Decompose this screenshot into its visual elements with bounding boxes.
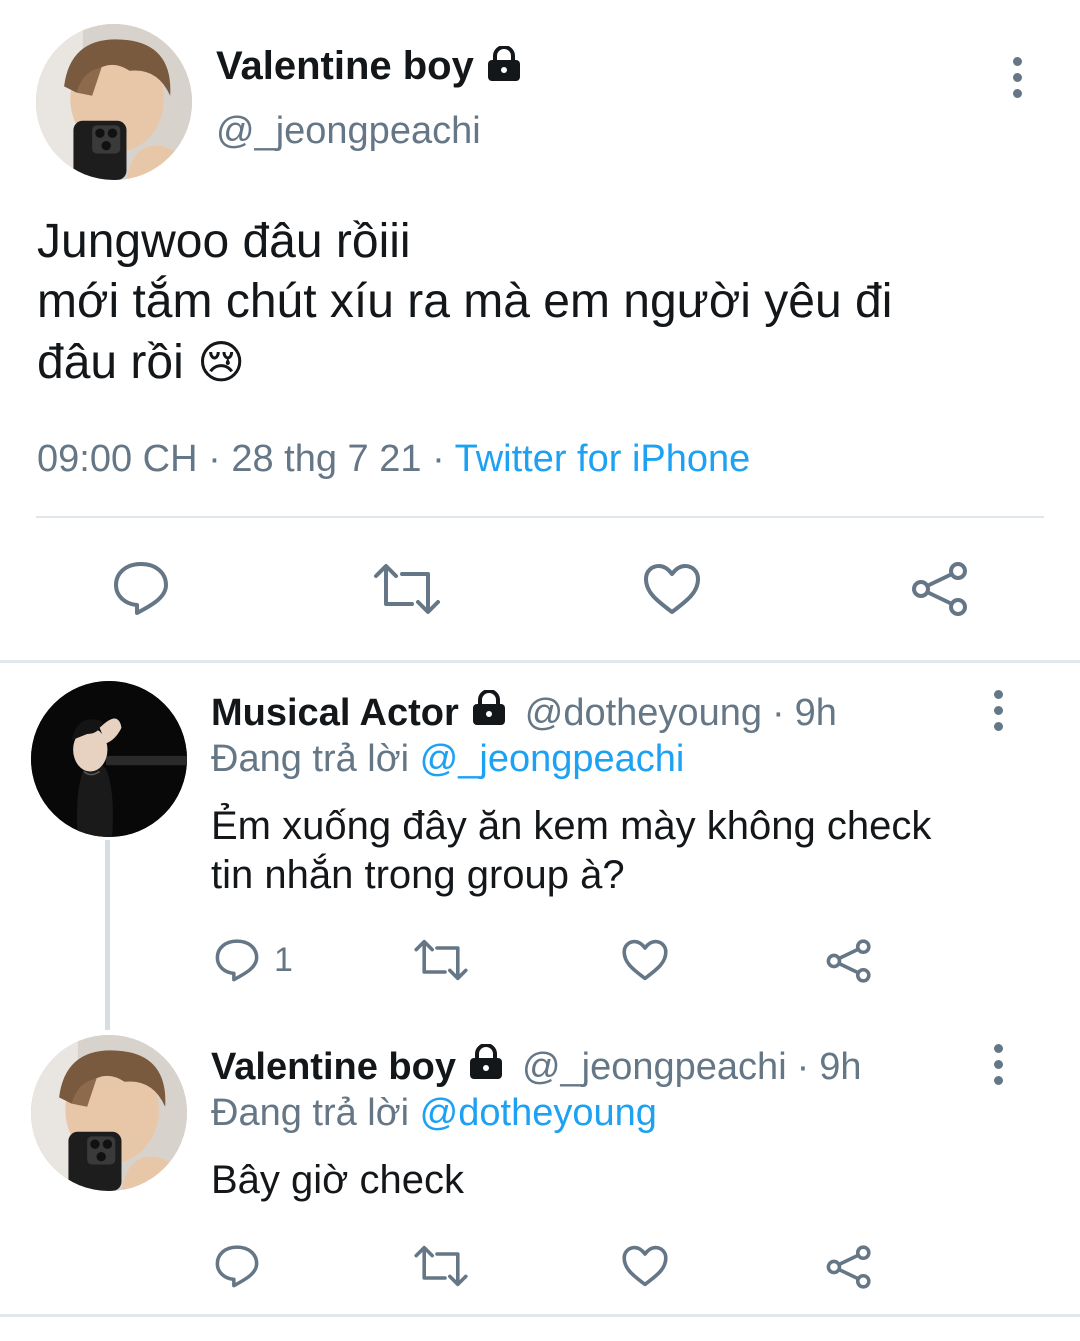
share-button[interactable] xyxy=(910,560,970,618)
meta-separator: · xyxy=(796,1045,810,1088)
more-icon[interactable] xyxy=(1011,57,1023,98)
reply-icon xyxy=(114,562,168,615)
replying-to-link[interactable]: @_jeongpeachi xyxy=(420,738,685,780)
reply-button[interactable] xyxy=(214,1244,260,1288)
share-icon xyxy=(826,1245,871,1289)
divider xyxy=(0,660,1080,663)
avatar[interactable] xyxy=(31,1035,187,1191)
replying-to-label: Đang trả lời xyxy=(211,738,410,780)
retweet-button[interactable] xyxy=(372,562,442,616)
reply-text: Ẻm xuống đây ăn kem mày không check tin … xyxy=(211,802,931,900)
share-icon xyxy=(826,939,871,983)
thread-line xyxy=(105,840,110,1030)
tweet-time: 09:00 CH xyxy=(37,438,198,480)
reply-age: 9h xyxy=(794,691,837,734)
tweet-source-link[interactable]: Twitter for iPhone xyxy=(455,438,751,480)
replying-to: Đang trả lời @_jeongpeachi xyxy=(211,738,684,781)
reply-icon xyxy=(215,939,259,982)
like-button[interactable] xyxy=(621,938,669,982)
reply-header: Musical Actor @dotheyoung · 9h xyxy=(211,689,837,736)
tweet-date: 28 thg 7 21 xyxy=(231,438,422,480)
retweet-icon xyxy=(374,564,440,614)
share-icon xyxy=(912,562,967,616)
tweet-text-line: đâu rồi 😢 xyxy=(37,332,892,393)
reply-text-line: Bây giờ check xyxy=(211,1158,465,1202)
divider xyxy=(36,516,1044,518)
meta-separator: · xyxy=(208,438,221,480)
divider xyxy=(0,1314,1080,1317)
tweet-text: Jungwoo đâu rồiii mới tắm chút xíu ra mà… xyxy=(37,212,892,393)
reply-header: Valentine boy @_jeongpeachi · 9h xyxy=(211,1043,862,1090)
reply-handle[interactable]: @_jeongpeachi xyxy=(522,1046,787,1089)
like-icon xyxy=(622,1245,668,1287)
reply-text-line: tin nhắn trong group à? xyxy=(211,853,625,897)
share-button[interactable] xyxy=(825,1244,873,1290)
tweet-text-line: mới tắm chút xíu ra mà em người yêu đi xyxy=(37,275,893,328)
avatar[interactable] xyxy=(31,681,187,837)
tweet-text-line: Jungwoo đâu rồiii xyxy=(37,215,411,268)
reply-handle[interactable]: @dotheyoung xyxy=(525,692,762,735)
retweet-icon xyxy=(414,1245,468,1287)
reply-count: 1 xyxy=(274,940,293,979)
tweet-text-segment: đâu rồi xyxy=(37,336,184,389)
crying-emoji: 😢 xyxy=(197,336,246,388)
author-name-row: Valentine boy xyxy=(216,44,524,89)
lock-icon xyxy=(484,45,524,87)
replying-to-label: Đang trả lời xyxy=(211,1092,410,1134)
more-icon[interactable] xyxy=(992,690,1004,731)
more-icon[interactable] xyxy=(992,1044,1004,1085)
lock-icon xyxy=(469,689,509,736)
reply-display-name[interactable]: Valentine boy xyxy=(211,1046,456,1089)
like-button[interactable] xyxy=(642,562,702,616)
replying-to-link[interactable]: @dotheyoung xyxy=(420,1092,657,1134)
like-icon xyxy=(644,564,700,614)
avatar[interactable] xyxy=(36,24,192,180)
reply-button[interactable]: 1 xyxy=(214,938,293,982)
meta-separator: · xyxy=(432,438,445,480)
like-button[interactable] xyxy=(621,1244,669,1288)
meta-separator: · xyxy=(771,691,785,734)
author-handle[interactable]: @_jeongpeachi xyxy=(216,110,481,153)
like-icon xyxy=(622,939,668,981)
reply-age: 9h xyxy=(819,1045,862,1088)
tweet-meta: 09:00 CH · 28 thg 7 21 · Twitter for iPh… xyxy=(37,438,750,481)
replying-to: Đang trả lời @dotheyoung xyxy=(211,1092,657,1135)
reply-text-line: Ẻm xuống đây ăn kem mày không check xyxy=(211,804,932,848)
share-button[interactable] xyxy=(825,938,873,984)
reply-icon xyxy=(215,1245,259,1288)
retweet-button[interactable] xyxy=(413,938,469,982)
lock-icon xyxy=(466,1043,506,1090)
retweet-icon xyxy=(414,939,468,981)
reply-display-name[interactable]: Musical Actor xyxy=(211,692,459,735)
author-display-name[interactable]: Valentine boy xyxy=(216,44,474,89)
reply-button[interactable] xyxy=(112,560,170,616)
reply-text: Bây giờ check xyxy=(211,1156,464,1205)
retweet-button[interactable] xyxy=(413,1244,469,1288)
